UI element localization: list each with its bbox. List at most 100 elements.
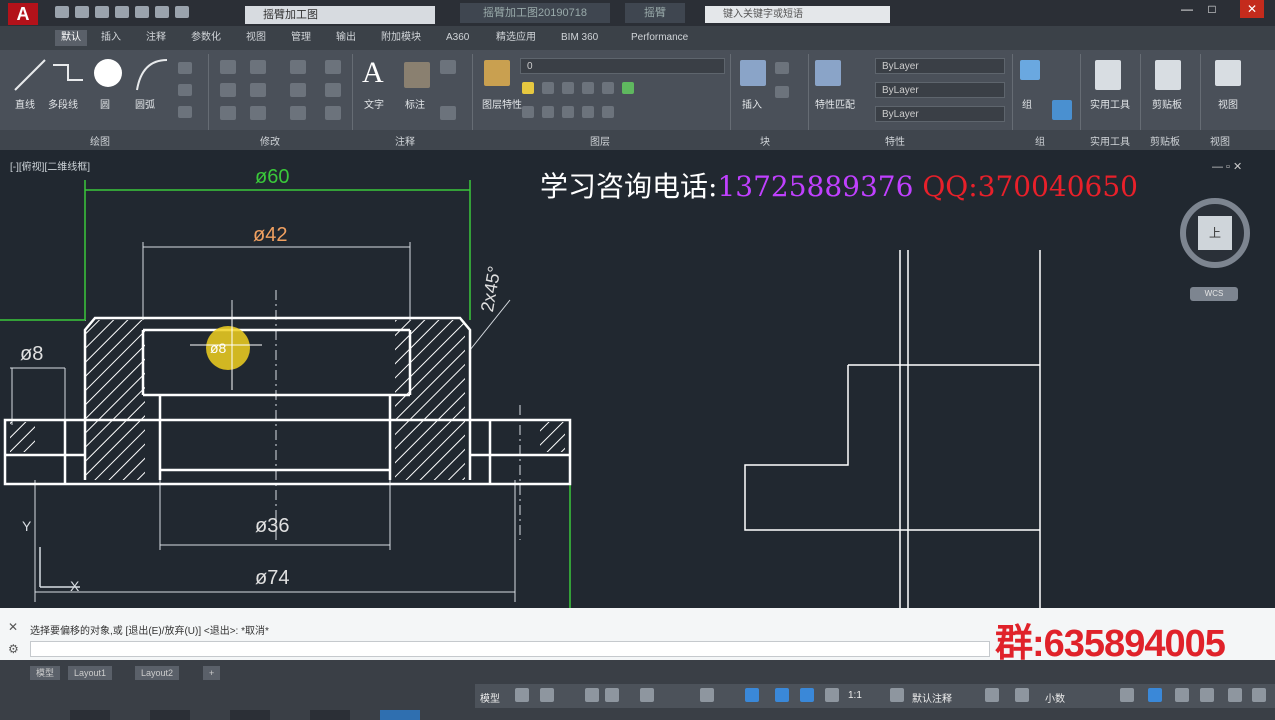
rotate-icon[interactable] — [250, 60, 266, 74]
move-icon[interactable] — [220, 60, 236, 74]
paste-icon[interactable] — [1155, 60, 1181, 90]
mirror-icon[interactable] — [250, 83, 266, 97]
tab-layout1[interactable]: Layout1 — [68, 666, 113, 680]
leader-icon[interactable] — [440, 60, 456, 74]
osnap-tracking-icon[interactable] — [700, 688, 714, 702]
color-dropdown[interactable]: ByLayer — [875, 58, 1005, 74]
tab-layout2[interactable]: Layout2 — [135, 666, 180, 680]
customize-icon[interactable] — [1228, 688, 1242, 702]
document-tab[interactable]: 摇臂加工图 — [245, 6, 435, 24]
panel-clipboard-label[interactable]: 剪贴板 — [1150, 133, 1180, 148]
ui-lock-icon[interactable] — [985, 688, 999, 702]
layer-unisolate-icon[interactable] — [602, 82, 614, 94]
isodraft-icon[interactable] — [640, 688, 654, 702]
osnap-icon[interactable] — [745, 688, 759, 702]
layer-dropdown[interactable]: 0 — [520, 58, 725, 74]
snap-icon[interactable] — [540, 688, 554, 702]
panel-annotation-label[interactable]: 注释 — [395, 133, 415, 148]
copy-icon[interactable] — [220, 83, 236, 97]
panel-view-label[interactable]: 视图 — [1210, 133, 1230, 148]
layer-thaw-icon[interactable] — [542, 106, 554, 118]
trim-icon[interactable] — [290, 60, 306, 74]
ortho-icon[interactable] — [585, 688, 599, 702]
layer-on-icon[interactable] — [522, 82, 534, 94]
arc-icon[interactable] — [132, 55, 172, 95]
annotation-label[interactable]: 默认注释 — [912, 690, 952, 705]
tab-bim360[interactable]: BIM 360 — [555, 30, 604, 46]
insert-block-icon[interactable] — [740, 60, 766, 86]
scale-icon[interactable] — [250, 106, 266, 120]
match-properties-icon[interactable] — [815, 60, 841, 86]
fullscreen-icon[interactable] — [1200, 688, 1214, 702]
menu-icon[interactable] — [1252, 688, 1266, 702]
view-icon[interactable] — [1215, 60, 1241, 86]
auto-scale-icon[interactable] — [800, 688, 814, 702]
maximize-button[interactable]: □ — [1200, 0, 1224, 18]
cad-drawing[interactable] — [0, 150, 1275, 608]
open-icon[interactable] — [75, 6, 89, 18]
taskbar-item[interactable] — [230, 710, 270, 720]
save-icon[interactable] — [95, 6, 109, 18]
tab-a360[interactable]: A360 — [440, 30, 475, 46]
undo-icon[interactable] — [155, 6, 169, 18]
redo-icon[interactable] — [175, 6, 189, 18]
offset-icon[interactable] — [325, 106, 341, 120]
units-label[interactable]: 小数 — [1045, 690, 1065, 705]
layer-unlock-icon[interactable] — [562, 106, 574, 118]
panel-utilities-label[interactable]: 实用工具 — [1090, 133, 1130, 148]
panel-draw-label[interactable]: 绘图 — [90, 133, 110, 148]
edit-block-icon[interactable] — [775, 86, 789, 98]
model-space-label[interactable]: 模型 — [480, 690, 500, 705]
tab-manage[interactable]: 管理 — [285, 30, 317, 46]
new-icon[interactable] — [55, 6, 69, 18]
tab-model[interactable]: 模型 — [30, 666, 61, 680]
close-cmd-icon[interactable]: ✕ — [8, 620, 18, 634]
minimize-button[interactable]: — — [1175, 0, 1199, 18]
rect-icon[interactable] — [178, 62, 192, 74]
polar-icon[interactable] — [605, 688, 619, 702]
annotation-scale-icon[interactable] — [825, 688, 839, 702]
annotation-visibility-icon[interactable] — [775, 688, 789, 702]
circle-icon[interactable] — [90, 55, 126, 91]
tab-parametric[interactable]: 参数化 — [185, 30, 227, 46]
text-icon[interactable]: A — [362, 56, 384, 90]
create-block-icon[interactable] — [775, 62, 789, 74]
layer-walk-icon[interactable] — [582, 106, 594, 118]
print-icon[interactable] — [135, 6, 149, 18]
workspace-icon[interactable] — [890, 688, 904, 702]
array-icon[interactable] — [290, 106, 306, 120]
customize-cmd-icon[interactable]: ⚙ — [8, 642, 19, 656]
tab-insert[interactable]: 插入 — [95, 30, 127, 46]
explode-icon[interactable] — [325, 83, 341, 97]
lineweight-icon[interactable] — [1148, 688, 1162, 702]
taskbar-item[interactable] — [70, 710, 110, 720]
tab-output[interactable]: 输出 — [330, 30, 362, 46]
tab-addins[interactable]: 附加模块 — [375, 30, 427, 46]
layer-merge-icon[interactable] — [602, 106, 614, 118]
app-logo[interactable]: A — [8, 3, 38, 25]
fillet-icon[interactable] — [290, 83, 306, 97]
erase-icon[interactable] — [325, 60, 341, 74]
taskbar-item[interactable] — [310, 710, 350, 720]
saveas-icon[interactable] — [115, 6, 129, 18]
quick-properties-icon[interactable] — [1120, 688, 1134, 702]
gradient-icon[interactable] — [178, 106, 192, 118]
linetype-dropdown[interactable]: ByLayer — [875, 82, 1005, 98]
isolate-icon[interactable] — [1015, 688, 1029, 702]
tab-featured[interactable]: 精选应用 — [490, 30, 542, 46]
polyline-icon[interactable] — [48, 55, 88, 95]
layer-freeze-icon[interactable] — [542, 82, 554, 94]
taskbar-item[interactable] — [150, 710, 190, 720]
panel-group-label[interactable]: 组 — [1035, 133, 1045, 148]
dimension-icon[interactable] — [404, 62, 430, 88]
lineweight-dropdown[interactable]: ByLayer — [875, 106, 1005, 122]
command-input[interactable] — [30, 641, 990, 657]
panel-block-label[interactable]: 块 — [760, 133, 770, 148]
tab-performance[interactable]: Performance — [625, 30, 694, 46]
close-button[interactable]: ✕ — [1240, 0, 1264, 18]
layer-off-icon[interactable] — [522, 106, 534, 118]
stretch-icon[interactable] — [220, 106, 236, 120]
grid-icon[interactable] — [515, 688, 529, 702]
layer-properties-icon[interactable] — [484, 60, 510, 86]
taskbar-item-active[interactable] — [380, 710, 420, 720]
